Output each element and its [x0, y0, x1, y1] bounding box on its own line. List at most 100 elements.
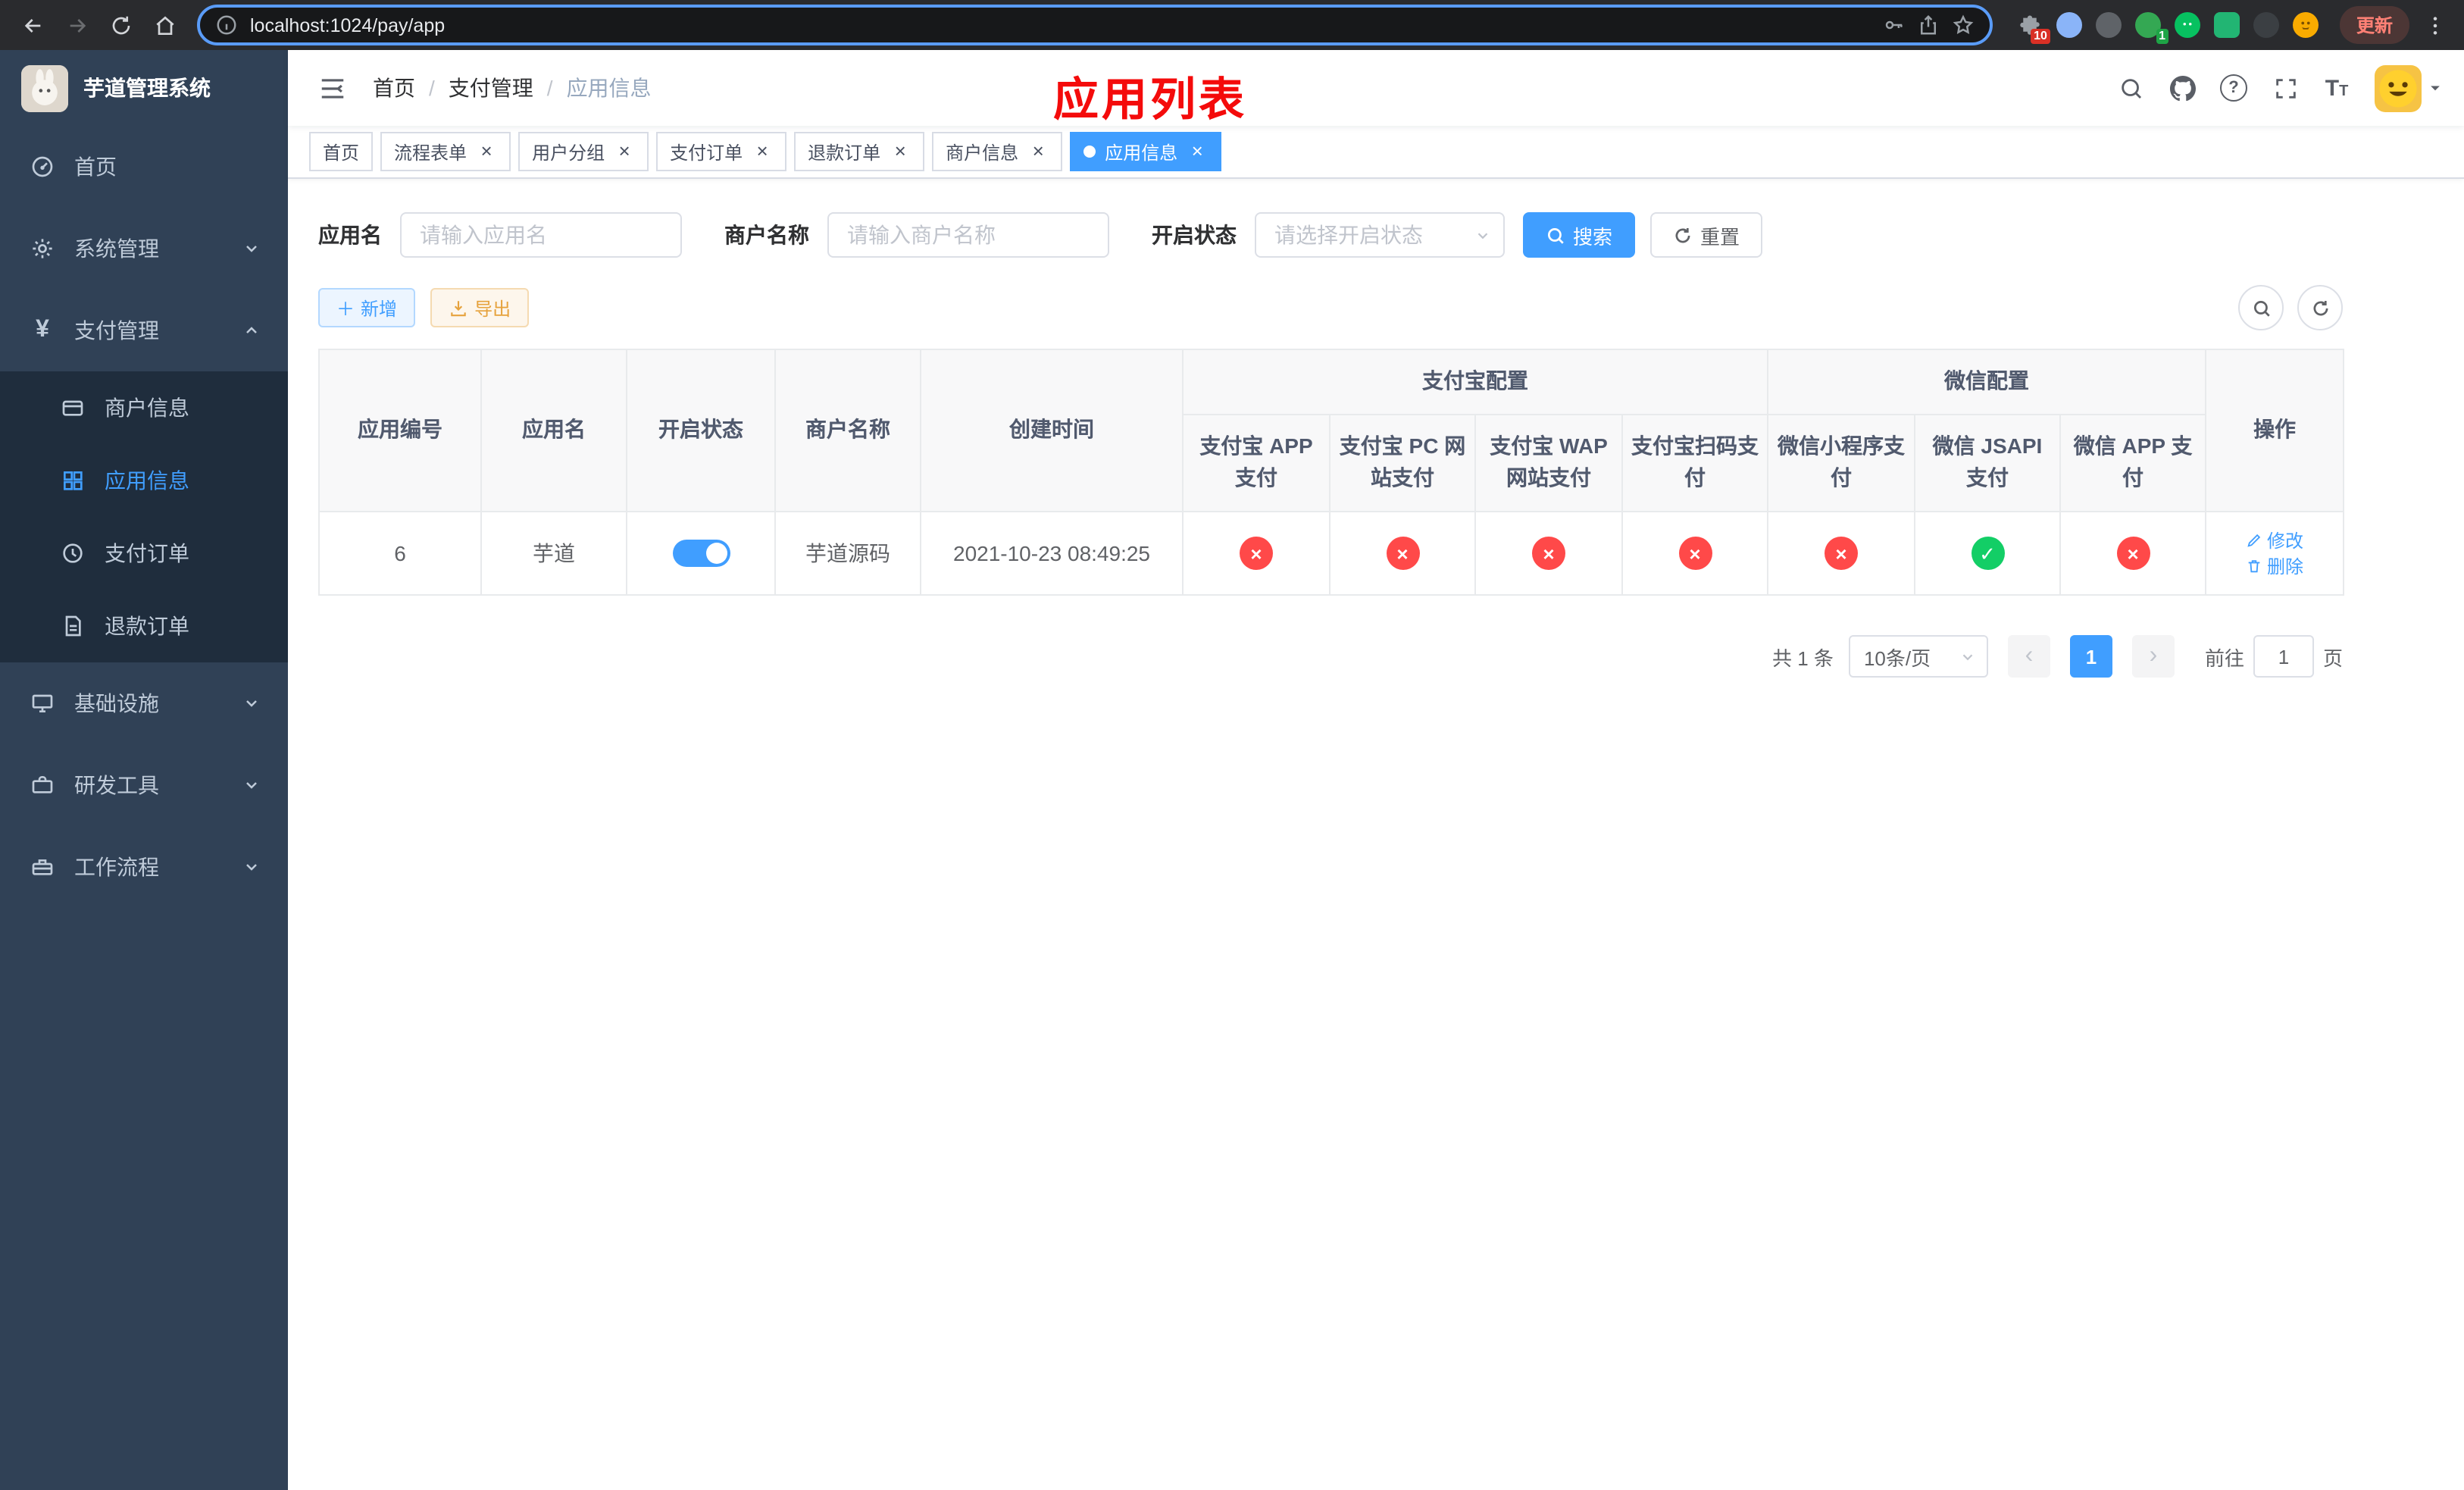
- sidebar-item-refund-order[interactable]: 退款订单: [0, 590, 288, 662]
- browser-menu-icon[interactable]: [2419, 8, 2452, 42]
- refresh-icon: [2312, 300, 2328, 315]
- status-select-placeholder: 请选择开启状态: [1274, 223, 1423, 247]
- export-button[interactable]: 导出: [430, 288, 530, 327]
- table-row: 6 芋道 芋道源码 2021-10-23 08:49:25 × × × × ×: [318, 511, 2345, 596]
- password-key-icon[interactable]: [1882, 14, 1905, 36]
- col-header-alipay-qr: 支付宝扫码支付: [1621, 413, 1768, 513]
- url-text: localhost:1024/pay/app: [250, 14, 446, 36]
- extension-icon-pin[interactable]: [2253, 12, 2279, 38]
- reset-button[interactable]: 重置: [1650, 212, 1763, 258]
- close-icon[interactable]: ×: [614, 140, 635, 162]
- sidebar-item-label: 支付管理: [74, 318, 159, 343]
- alipay-pc-status-badge: ×: [1386, 537, 1419, 571]
- breadcrumb-separator: /: [429, 76, 435, 100]
- plus-icon: ＋: [336, 298, 355, 319]
- col-header-alipay-pc: 支付宝 PC 网站支付: [1329, 413, 1476, 513]
- header-search-icon[interactable]: [2108, 65, 2153, 111]
- dashboard-icon: [32, 156, 53, 177]
- cell-status: [626, 511, 776, 596]
- tab-app-info[interactable]: 应用信息 ×: [1070, 132, 1222, 171]
- sidebar-item-system[interactable]: 系统管理: [0, 208, 288, 290]
- github-icon[interactable]: [2159, 65, 2205, 111]
- app-name-input[interactable]: [400, 212, 682, 258]
- sidebar-item-payment[interactable]: ¥ 支付管理: [0, 290, 288, 371]
- sidebar-item-home[interactable]: 首页: [0, 126, 288, 208]
- browser-home-button[interactable]: [144, 5, 185, 45]
- site-info-icon[interactable]: [215, 14, 238, 36]
- logo-avatar: [21, 64, 68, 111]
- close-icon[interactable]: ×: [476, 140, 497, 162]
- sidebar-toggle-icon[interactable]: [309, 65, 355, 111]
- sidebar-item-infrastructure[interactable]: 基础设施: [0, 662, 288, 744]
- prev-page-button[interactable]: ‹: [2007, 635, 2050, 678]
- tab-home[interactable]: 首页: [309, 132, 374, 171]
- browser-reload-button[interactable]: [100, 5, 141, 45]
- refresh-table-button[interactable]: [2297, 285, 2343, 330]
- filter-form: 应用名 商户名称 开启状态 请选择开启状态 搜索: [318, 212, 2343, 258]
- close-icon[interactable]: ×: [1187, 140, 1208, 162]
- page-annotation: 应用列表: [1053, 76, 1247, 126]
- sidebar-item-label: 研发工具: [74, 773, 159, 797]
- group-header-wechat: 微信配置: [1766, 349, 2207, 415]
- close-icon[interactable]: ×: [752, 140, 773, 162]
- sidebar-item-merchant-info[interactable]: 商户信息: [0, 371, 288, 444]
- active-dot: [1083, 146, 1096, 158]
- browser-forward-button[interactable]: [56, 5, 97, 45]
- refund-document-icon: [65, 615, 81, 637]
- wechat-extension-icon[interactable]: [2174, 12, 2200, 38]
- extension-icon-blue[interactable]: [2056, 12, 2082, 38]
- user-menu[interactable]: [2375, 64, 2443, 111]
- tab-process-form[interactable]: 流程表单 ×: [380, 132, 511, 171]
- merchant-name-input[interactable]: [827, 212, 1109, 258]
- back-arrow-icon: [23, 18, 40, 32]
- close-icon[interactable]: ×: [1027, 140, 1049, 162]
- extension-icon-green-badge[interactable]: 1: [2134, 12, 2169, 44]
- wechat-mini-status-badge: ×: [1825, 537, 1858, 571]
- font-size-icon[interactable]: TT: [2314, 65, 2359, 111]
- share-icon[interactable]: [1917, 14, 1940, 36]
- sidebar-item-label: 基础设施: [74, 691, 159, 715]
- sidebar-item-label: 首页: [74, 155, 117, 179]
- search-icon: [2253, 299, 2269, 316]
- address-bar[interactable]: localhost:1024/pay/app: [197, 5, 1993, 45]
- pagination: 共 1 条 10条/页 ‹ 1 › 前往 页: [318, 635, 2343, 678]
- goto-page-input[interactable]: [2253, 635, 2314, 678]
- tab-merchant-info[interactable]: 商户信息 ×: [932, 132, 1063, 171]
- sidebar-item-workflow[interactable]: 工作流程: [0, 826, 288, 908]
- breadcrumb-payment[interactable]: 支付管理: [449, 73, 533, 103]
- edit-button[interactable]: 修改: [2246, 527, 2303, 553]
- close-icon[interactable]: ×: [890, 140, 911, 162]
- fullscreen-icon[interactable]: [2262, 65, 2308, 111]
- extensions-puzzle-icon[interactable]: 10: [2017, 12, 2050, 44]
- add-button[interactable]: ＋ 新增: [318, 288, 416, 327]
- tab-pay-order[interactable]: 支付订单 ×: [656, 132, 787, 171]
- extension-icon-green-square[interactable]: [2213, 12, 2240, 38]
- col-header-app-name: 应用名: [480, 348, 627, 513]
- page-size-select[interactable]: 10条/页: [1848, 635, 1988, 678]
- page-number-1[interactable]: 1: [2069, 635, 2112, 678]
- status-select[interactable]: 请选择开启状态: [1255, 212, 1505, 258]
- profile-avatar-icon[interactable]: [2292, 12, 2319, 38]
- delete-button[interactable]: 删除: [2246, 553, 2303, 579]
- search-button[interactable]: 搜索: [1523, 212, 1636, 258]
- breadcrumb-current: 应用信息: [566, 76, 652, 100]
- browser-update-button[interactable]: 更新: [2339, 6, 2409, 44]
- sidebar-item-label: 系统管理: [74, 236, 159, 261]
- extension-icon-dark[interactable]: [2095, 12, 2122, 38]
- tab-user-group[interactable]: 用户分组 ×: [518, 132, 649, 171]
- breadcrumb-home[interactable]: 首页: [373, 73, 415, 103]
- next-page-button[interactable]: ›: [2131, 635, 2175, 678]
- toggle-search-button[interactable]: [2238, 285, 2284, 330]
- sidebar-item-label: 商户信息: [105, 396, 189, 420]
- enabled-toggle[interactable]: [672, 540, 730, 568]
- help-icon[interactable]: ?: [2211, 65, 2256, 111]
- browser-back-button[interactable]: [12, 5, 53, 45]
- tab-refund-order[interactable]: 退款订单 ×: [794, 132, 925, 171]
- sidebar-item-app-info[interactable]: 应用信息: [0, 444, 288, 517]
- sidebar-item-pay-order[interactable]: 支付订单: [0, 517, 288, 590]
- sidebar-item-label: 应用信息: [105, 468, 189, 493]
- bookmark-star-icon[interactable]: [1952, 14, 1975, 36]
- cell-created: 2021-10-23 08:49:25: [920, 511, 1184, 596]
- sidebar-item-devtools[interactable]: 研发工具: [0, 744, 288, 826]
- navbar: 首页 / 支付管理 / 应用信息 应用列表 ? TT: [288, 50, 2464, 126]
